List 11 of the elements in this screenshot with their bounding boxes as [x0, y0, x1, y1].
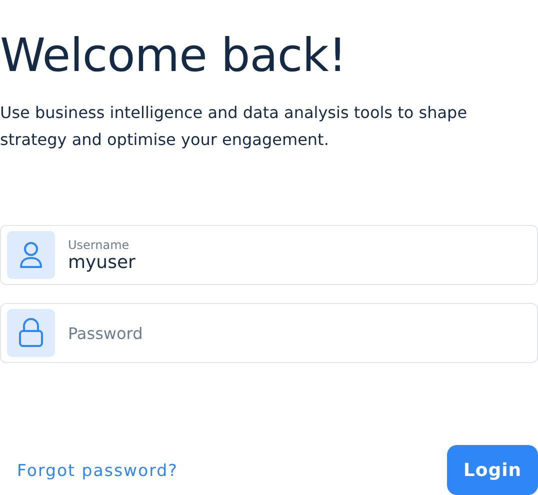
user-icon [18, 241, 44, 270]
login-button[interactable]: Login [447, 445, 538, 495]
field-label: Username [68, 238, 130, 252]
page-title: Welcome back! [0, 28, 348, 84]
password-input[interactable]: Password [68, 324, 537, 343]
subtitle: Use business intelligence and data analysis tools to shape strategy and optimise your engagement. [0, 102, 468, 152]
forgot-password-link[interactable]: Forgot password? [17, 460, 178, 480]
username-field[interactable]: Username myuser [0, 225, 538, 286]
username-input[interactable]: myuser [68, 252, 537, 273]
lock-icon [18, 318, 44, 348]
password-field[interactable]: Password [0, 303, 538, 364]
